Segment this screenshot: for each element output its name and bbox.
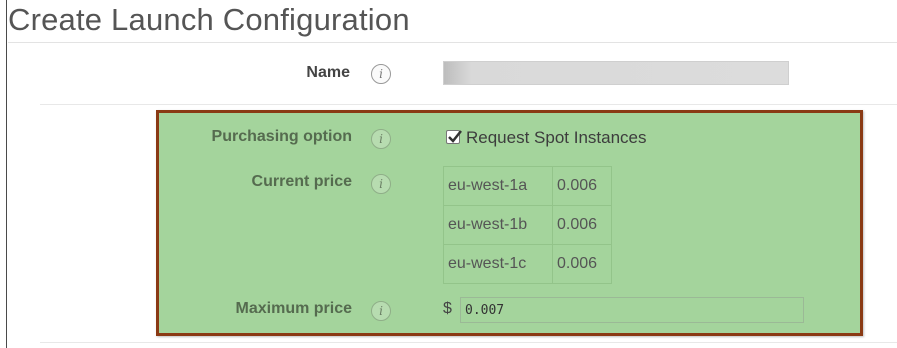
info-icon[interactable]: i	[371, 64, 391, 84]
zone-cell: eu-west-1c	[443, 244, 553, 284]
current-price-label: Current price	[251, 173, 352, 190]
window-left-border	[6, 0, 7, 348]
checkmark-icon	[448, 130, 462, 143]
price-cell: 0.006	[552, 244, 612, 284]
maximum-price-label: Maximum price	[235, 300, 352, 317]
info-icon[interactable]: i	[371, 129, 391, 149]
zone-cell: eu-west-1b	[443, 205, 553, 245]
zone-cell: eu-west-1a	[443, 166, 553, 206]
page-title: Create Launch Configuration	[8, 2, 410, 37]
price-cell: 0.006	[552, 166, 612, 206]
name-label: Name	[306, 64, 350, 81]
price-cell: 0.006	[552, 205, 612, 245]
table-row: eu-west-1a 0.006	[443, 166, 612, 206]
info-icon[interactable]: i	[371, 301, 391, 321]
purchasing-option-label: Purchasing option	[211, 128, 352, 145]
section-divider	[40, 104, 897, 105]
name-input[interactable]	[443, 61, 789, 85]
info-icon[interactable]: i	[371, 174, 391, 194]
title-divider	[8, 42, 897, 43]
request-spot-label[interactable]: Request Spot Instances	[466, 128, 647, 148]
table-row: eu-west-1b 0.006	[443, 205, 612, 245]
currency-symbol: $	[443, 300, 452, 317]
current-price-table: eu-west-1a 0.006 eu-west-1b 0.006 eu-wes…	[443, 166, 612, 284]
maximum-price-input[interactable]: 0.007	[460, 297, 804, 323]
request-spot-checkbox[interactable]	[446, 130, 462, 144]
bottom-divider	[40, 342, 897, 343]
table-row: eu-west-1c 0.006	[443, 244, 612, 284]
